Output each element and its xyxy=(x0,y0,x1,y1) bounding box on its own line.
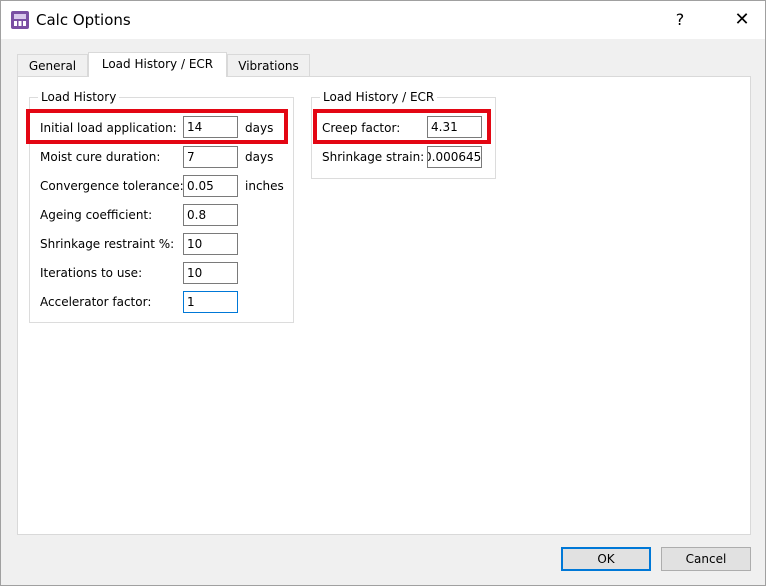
highlight-creep-factor xyxy=(313,109,491,144)
ageing-coefficient-label: Ageing coefficient: xyxy=(40,208,153,222)
ok-button[interactable]: OK xyxy=(561,547,651,571)
moist-cure-unit: days xyxy=(245,150,274,164)
convergence-tolerance-label: Convergence tolerance: xyxy=(40,179,184,193)
moist-cure-input[interactable]: 7 xyxy=(183,146,238,168)
iterations-label: Iterations to use: xyxy=(40,266,143,280)
tab-vibrations[interactable]: Vibrations xyxy=(227,54,310,76)
help-button[interactable]: ? xyxy=(665,1,695,39)
shrinkage-strain-input[interactable]: 0.000645 xyxy=(427,146,482,168)
window-title: Calc Options xyxy=(36,11,131,29)
accelerator-factor-label: Accelerator factor: xyxy=(40,295,152,309)
convergence-tolerance-unit: inches xyxy=(245,179,284,193)
close-button[interactable]: ✕ xyxy=(719,1,765,39)
tab-load-history-ecr[interactable]: Load History / ECR xyxy=(88,52,227,77)
app-icon xyxy=(11,11,29,29)
accelerator-factor-input[interactable]: 1 xyxy=(183,291,238,313)
ecr-group-title: Load History / ECR xyxy=(320,90,438,104)
tab-general[interactable]: General xyxy=(17,54,88,76)
load-history-group-title: Load History xyxy=(38,90,120,104)
title-bar: Calc Options ? ✕ xyxy=(1,1,765,39)
cancel-button[interactable]: Cancel xyxy=(661,547,751,571)
shrinkage-restraint-label: Shrinkage restraint %: xyxy=(40,237,175,251)
calc-options-dialog: Calc Options ? ✕ General Load History / … xyxy=(0,0,766,586)
convergence-tolerance-input[interactable]: 0.05 xyxy=(183,175,238,197)
shrinkage-restraint-input[interactable]: 10 xyxy=(183,233,238,255)
highlight-initial-load xyxy=(26,109,288,144)
iterations-input[interactable]: 10 xyxy=(183,262,238,284)
moist-cure-label: Moist cure duration: xyxy=(40,150,161,164)
shrinkage-strain-label: Shrinkage strain: xyxy=(322,150,425,164)
tab-panel: Load History Initial load application: 1… xyxy=(17,76,751,535)
ageing-coefficient-input[interactable]: 0.8 xyxy=(183,204,238,226)
